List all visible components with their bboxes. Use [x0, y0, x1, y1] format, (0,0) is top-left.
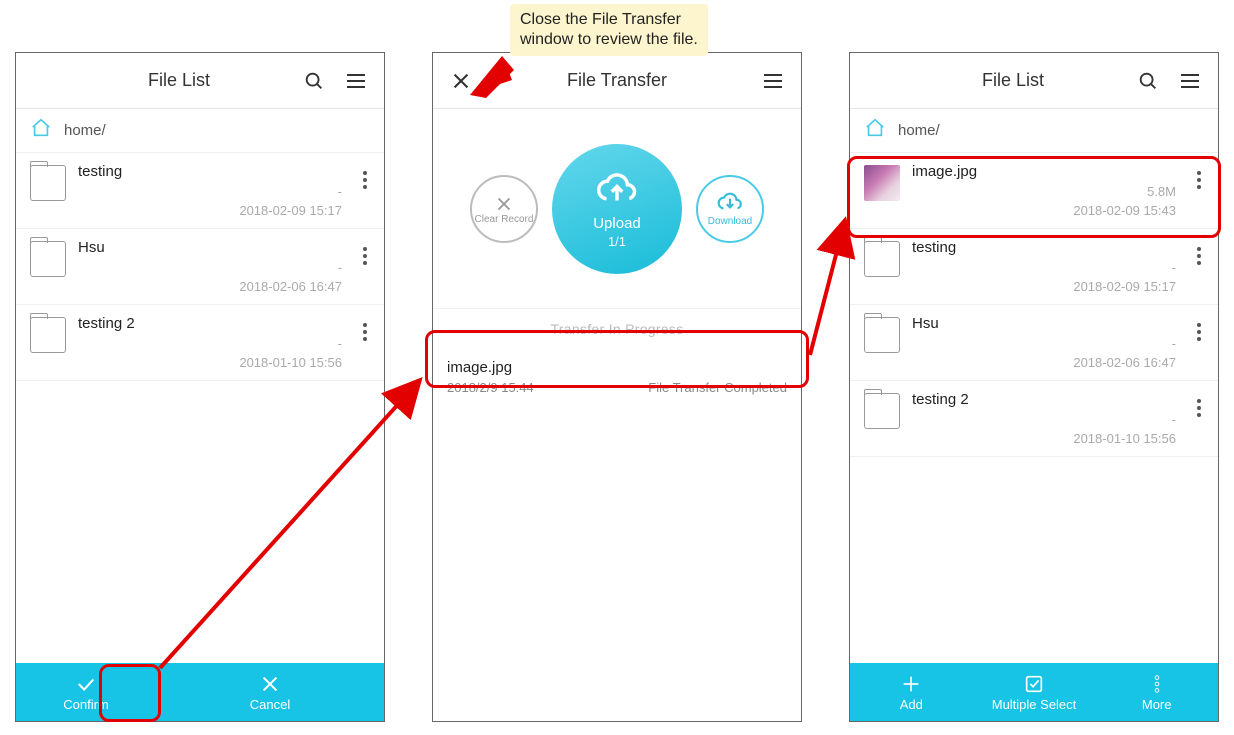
page-title: File List: [904, 70, 1122, 91]
item-name: Hsu: [78, 239, 342, 256]
folder-icon: [30, 241, 66, 277]
top-bar: File List: [16, 53, 384, 109]
upload-label: Upload: [593, 215, 641, 232]
transfer-summary: Clear Record Upload 1/1 Download: [433, 109, 801, 309]
transfer-file-name: image.jpg: [447, 359, 787, 376]
screen-file-list-select: File List home/ testing - 2018-02-09 15:…: [15, 52, 385, 722]
annotation-line2: window to review the file.: [520, 30, 698, 50]
item-more-icon[interactable]: [1188, 323, 1210, 341]
add-button[interactable]: Add: [850, 663, 973, 721]
transfer-section-title: Transfer In Progress: [433, 309, 801, 349]
item-size: -: [1172, 412, 1176, 427]
item-more-icon[interactable]: [1188, 399, 1210, 417]
add-label: Add: [900, 697, 923, 712]
item-more-icon[interactable]: [1188, 171, 1210, 189]
list-item[interactable]: Hsu - 2018-02-06 16:47: [16, 229, 384, 305]
breadcrumb[interactable]: home/: [16, 109, 384, 153]
item-size: -: [1172, 260, 1176, 275]
item-name: testing 2: [912, 391, 1176, 408]
top-bar: File Transfer: [433, 53, 801, 109]
transfer-file-time: 2018/2/9 15:44: [447, 380, 534, 395]
item-more-icon[interactable]: [354, 323, 376, 341]
item-name: testing: [912, 239, 1176, 256]
item-date: 2018-02-09 15:17: [239, 203, 342, 218]
breadcrumb-path: home/: [64, 122, 106, 139]
breadcrumb-path: home/: [898, 122, 940, 139]
annotation-line1: Close the File Transfer: [520, 10, 698, 30]
more-button[interactable]: More: [1095, 663, 1218, 721]
item-name: image.jpg: [912, 163, 1176, 180]
home-icon: [30, 117, 52, 144]
item-name: testing: [78, 163, 342, 180]
cancel-label: Cancel: [250, 697, 290, 712]
more-label: More: [1142, 697, 1172, 712]
breadcrumb[interactable]: home/: [850, 109, 1218, 153]
multi-label: Multiple Select: [992, 697, 1077, 712]
menu-icon[interactable]: [1174, 65, 1206, 97]
search-icon[interactable]: [1132, 65, 1164, 97]
upload-status[interactable]: Upload 1/1: [552, 144, 682, 274]
bottom-bar: Add Multiple Select More: [850, 663, 1218, 721]
page-title: File List: [70, 70, 288, 91]
confirm-label: Confirm: [63, 697, 109, 712]
list-item[interactable]: testing - 2018-02-09 15:17: [850, 229, 1218, 305]
download-button[interactable]: Download: [696, 175, 764, 243]
annotation-callout: Close the File Transfer window to review…: [510, 4, 708, 56]
clear-record-label: Clear Record: [475, 215, 534, 225]
menu-icon[interactable]: [340, 65, 372, 97]
item-more-icon[interactable]: [354, 247, 376, 265]
transfer-file-status: File Transfer Completed: [648, 380, 787, 395]
item-more-icon[interactable]: [1188, 247, 1210, 265]
list-item[interactable]: testing 2 - 2018-01-10 15:56: [850, 381, 1218, 457]
bottom-bar: Confirm Cancel: [16, 663, 384, 721]
item-date: 2018-01-10 15:56: [1073, 431, 1176, 446]
transfer-item[interactable]: image.jpg 2018/2/9 15:44 File Transfer C…: [433, 349, 801, 405]
item-date: 2018-02-06 16:47: [239, 279, 342, 294]
clear-record-button[interactable]: Clear Record: [470, 175, 538, 243]
page-title: File Transfer: [477, 70, 757, 91]
search-icon[interactable]: [298, 65, 330, 97]
item-date: 2018-02-09 15:43: [1073, 203, 1176, 218]
folder-icon: [864, 317, 900, 353]
cancel-button[interactable]: Cancel: [156, 663, 384, 721]
screen-file-transfer: File Transfer Clear Record Upload 1/1 Do…: [432, 52, 802, 722]
screen-file-list-result: File List home/ image.jpg 5.8M 2018-02-0…: [849, 52, 1219, 722]
list-item[interactable]: testing 2 - 2018-01-10 15:56: [16, 305, 384, 381]
folder-icon: [30, 317, 66, 353]
menu-icon[interactable]: [757, 65, 789, 97]
item-size: -: [338, 184, 342, 199]
item-name: Hsu: [912, 315, 1176, 332]
download-label: Download: [708, 216, 752, 227]
item-size: -: [1172, 336, 1176, 351]
item-size: -: [338, 336, 342, 351]
folder-icon: [30, 165, 66, 201]
file-list: image.jpg 5.8M 2018-02-09 15:43 testing …: [850, 153, 1218, 457]
confirm-button[interactable]: Confirm: [16, 663, 156, 721]
multiple-select-button[interactable]: Multiple Select: [973, 663, 1096, 721]
close-icon[interactable]: [445, 65, 477, 97]
list-item[interactable]: testing - 2018-02-09 15:17: [16, 153, 384, 229]
top-bar: File List: [850, 53, 1218, 109]
item-size: -: [338, 260, 342, 275]
list-item[interactable]: image.jpg 5.8M 2018-02-09 15:43: [850, 153, 1218, 229]
home-icon: [864, 117, 886, 144]
item-date: 2018-02-06 16:47: [1073, 355, 1176, 370]
item-name: testing 2: [78, 315, 342, 332]
file-list: testing - 2018-02-09 15:17 Hsu - 2018-02…: [16, 153, 384, 381]
item-more-icon[interactable]: [354, 171, 376, 189]
folder-icon: [864, 393, 900, 429]
image-thumbnail-icon: [864, 165, 900, 201]
list-item[interactable]: Hsu - 2018-02-06 16:47: [850, 305, 1218, 381]
item-date: 2018-02-09 15:17: [1073, 279, 1176, 294]
upload-count: 1/1: [608, 234, 626, 249]
item-size: 5.8M: [1147, 184, 1176, 199]
folder-icon: [864, 241, 900, 277]
item-date: 2018-01-10 15:56: [239, 355, 342, 370]
